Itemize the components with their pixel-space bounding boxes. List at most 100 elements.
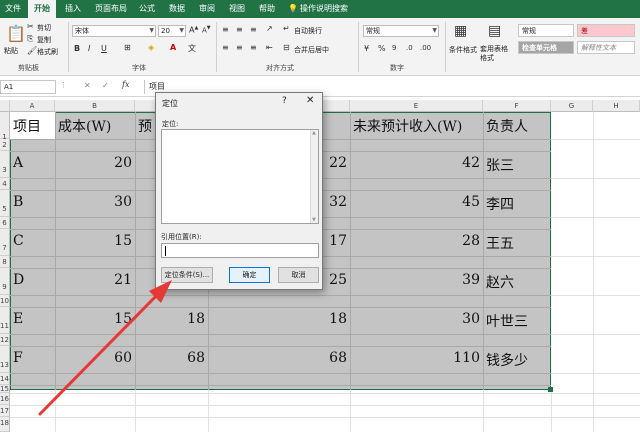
scrollbar[interactable]: ▲ ▼ [310, 130, 318, 223]
row-header[interactable]: 3 [0, 151, 10, 178]
merge-icon[interactable]: ⊟ [283, 43, 290, 52]
tab-page-layout[interactable]: 页面布局 [92, 0, 130, 18]
conditional-format-icon[interactable]: ▦ [454, 23, 467, 39]
table-cell[interactable]: B [13, 194, 23, 210]
reference-input[interactable] [161, 243, 319, 258]
table-cell[interactable]: 赵六 [486, 272, 514, 292]
bold-icon[interactable]: B [74, 44, 80, 53]
tab-insert[interactable]: 插入 [60, 0, 86, 18]
close-icon[interactable]: ✕ [306, 95, 314, 106]
table-cell[interactable]: E [13, 311, 23, 327]
row-header[interactable]: 16 [0, 393, 10, 405]
row-header[interactable]: 4 [0, 178, 10, 190]
row-header[interactable]: 13 [0, 346, 10, 373]
row-header[interactable]: 2 [0, 139, 10, 151]
row-header[interactable]: 5 [0, 190, 10, 217]
table-cell[interactable]: 张三 [486, 155, 514, 175]
table-cell[interactable]: A [13, 155, 23, 171]
font-size-combo[interactable]: 20 ▼ [158, 25, 186, 37]
table-cell[interactable]: 110 [353, 350, 480, 366]
table-cell[interactable]: 20 [58, 155, 132, 171]
row-header[interactable]: 12 [0, 334, 10, 346]
tab-file[interactable]: 文件 [0, 0, 26, 18]
wrap-text-button[interactable]: 自动换行 [294, 26, 322, 36]
tab-help[interactable]: 帮助 [254, 0, 280, 18]
row-header[interactable]: 6 [0, 217, 10, 229]
column-header-g[interactable]: G [551, 100, 593, 112]
table-cell[interactable]: 39 [353, 272, 480, 288]
help-icon[interactable]: ? [282, 96, 287, 106]
tab-data[interactable]: 数据 [164, 0, 190, 18]
increase-font-icon[interactable]: A▲ [189, 25, 198, 35]
insert-function-icon[interactable]: fx [122, 80, 129, 89]
font-color-icon[interactable]: A [170, 43, 176, 52]
format-painter-icon[interactable]: 🖌 [27, 46, 37, 55]
phonetic-icon[interactable]: 文 [188, 43, 196, 54]
tab-view[interactable]: 视图 [224, 0, 250, 18]
table-cell[interactable]: D [13, 272, 24, 288]
increase-decimal-icon[interactable]: .0 [406, 44, 413, 52]
style-check-cell[interactable]: 检查单元格 [518, 41, 574, 54]
align-top-icon[interactable]: ≡ [222, 25, 229, 34]
table-cell[interactable]: 21 [58, 272, 132, 288]
row-header[interactable]: 15 [0, 385, 10, 393]
fill-color-icon[interactable]: ◈ [148, 43, 154, 52]
table-cell[interactable]: 钱多少 [486, 350, 528, 370]
column-header-h[interactable]: H [593, 100, 640, 112]
scissors-icon[interactable]: ✂ [27, 22, 34, 31]
table-cell[interactable]: 李四 [486, 194, 514, 214]
header-cell-owner[interactable]: 负责人 [486, 116, 528, 136]
column-header-a[interactable]: A [10, 100, 55, 112]
percent-icon[interactable]: % [378, 44, 386, 53]
table-cell[interactable]: 68 [138, 350, 205, 366]
merge-center-button[interactable]: 合并后居中 [294, 45, 329, 55]
column-header-e[interactable]: E [350, 100, 483, 112]
comma-icon[interactable]: 9 [392, 44, 396, 52]
table-cell[interactable]: 18 [211, 311, 347, 327]
cancel-icon[interactable]: ✕ [84, 81, 91, 90]
goto-list[interactable]: ▲ ▼ [161, 129, 319, 224]
header-cell-cost[interactable]: 成本(W) [58, 116, 111, 136]
font-name-combo[interactable]: 宋体 ▼ [72, 25, 156, 37]
borders-icon[interactable]: ⊞ [124, 43, 131, 52]
table-cell[interactable]: 68 [211, 350, 347, 366]
table-cell[interactable]: 18 [138, 311, 205, 327]
decrease-font-icon[interactable]: A▼ [202, 25, 211, 34]
column-header-f[interactable]: F [483, 100, 551, 112]
table-cell[interactable]: 42 [353, 155, 480, 171]
wrap-text-icon[interactable]: ↵ [283, 24, 290, 33]
row-header[interactable]: 1 [0, 112, 10, 141]
name-box[interactable]: A1 [0, 80, 56, 94]
align-middle-icon[interactable]: ≡ [236, 25, 243, 34]
format-as-table-button[interactable]: 套用表格格式 [480, 45, 514, 63]
header-cell-item[interactable]: 项目 [13, 116, 41, 136]
number-format-combo[interactable]: 常规 ▼ [363, 25, 439, 37]
italic-icon[interactable]: I [88, 44, 90, 53]
goto-special-button[interactable]: 定位条件(S)... [161, 267, 213, 283]
tab-formulas[interactable]: 公式 [134, 0, 160, 18]
row-header[interactable]: 10 [0, 295, 10, 307]
fill-handle[interactable] [548, 387, 553, 392]
row-header[interactable]: 14 [0, 373, 10, 385]
orientation-icon[interactable]: ↗ [266, 24, 273, 33]
format-as-table-icon[interactable]: ▤ [488, 23, 501, 39]
table-cell[interactable]: 60 [58, 350, 132, 366]
align-left-icon[interactable]: ≡ [222, 43, 229, 52]
ok-button[interactable]: 确定 [229, 267, 270, 283]
header-cell-income[interactable]: 未来预计收入(W) [353, 116, 462, 136]
indent-icon[interactable]: ⇤ [266, 43, 273, 52]
style-normal[interactable]: 常规 [518, 24, 574, 37]
style-bad[interactable]: 差 [577, 24, 635, 37]
row-header[interactable]: 8 [0, 256, 10, 268]
copy-button[interactable]: 复制 [37, 35, 51, 45]
style-explanatory[interactable]: 解释性文本 [577, 41, 635, 54]
table-cell[interactable]: 叶世三 [486, 311, 528, 331]
row-header[interactable]: 11 [0, 307, 10, 334]
table-cell[interactable]: 15 [58, 233, 132, 249]
currency-icon[interactable]: ¥ [364, 44, 369, 53]
align-center-icon[interactable]: ≡ [236, 43, 243, 52]
paste-button[interactable]: 粘贴 [4, 46, 18, 56]
tab-review[interactable]: 审阅 [194, 0, 220, 18]
align-bottom-icon[interactable]: ≡ [250, 25, 257, 34]
decrease-decimal-icon[interactable]: .00 [420, 44, 431, 52]
